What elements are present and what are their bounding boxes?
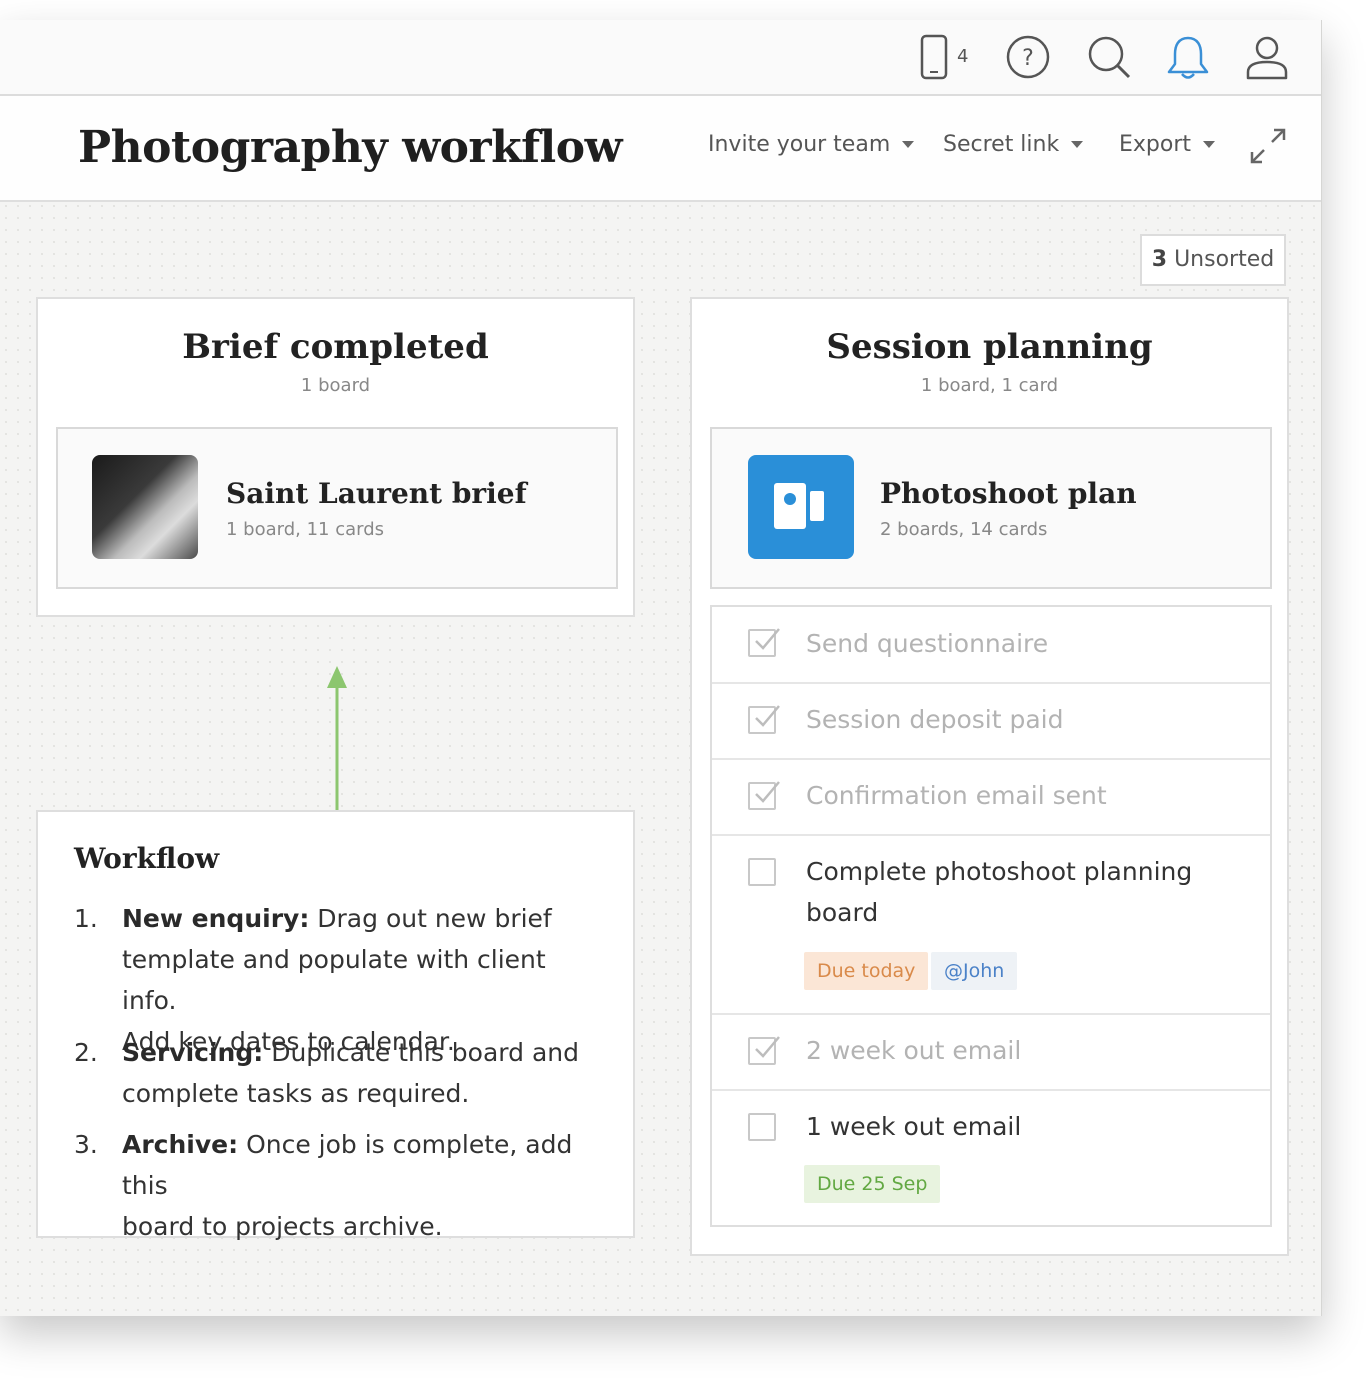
due-today-badge[interactable]: Due today bbox=[804, 952, 929, 990]
unsorted-label: Unsorted bbox=[1174, 247, 1275, 272]
invite-team-menu[interactable]: Invite your team bbox=[708, 132, 915, 157]
workflow-step: 2. Servicing: Duplicate this board and co… bbox=[74, 1032, 594, 1114]
board-subtitle: 1 board, 11 cards bbox=[226, 519, 385, 540]
column-session-planning: Session planning 1 board, 1 card Photosh… bbox=[690, 297, 1289, 1256]
step-text: template and populate with client info. bbox=[122, 945, 546, 1015]
step-number: 1. bbox=[74, 904, 98, 933]
caret-down-icon bbox=[902, 141, 915, 148]
board-card-photoshoot-plan[interactable]: Photoshoot plan 2 boards, 14 cards bbox=[710, 427, 1272, 589]
todo-item: Complete photoshoot planning board Due t… bbox=[712, 836, 1270, 1015]
column-brief-completed: Brief completed 1 board Saint Laurent br… bbox=[36, 297, 635, 617]
step-text: complete tasks as required. bbox=[122, 1079, 470, 1108]
todo-text: 1 week out email bbox=[806, 1112, 1022, 1141]
board-title: Saint Laurent brief bbox=[226, 477, 527, 510]
board-card-saint-laurent[interactable]: Saint Laurent brief 1 board, 11 cards bbox=[56, 427, 618, 589]
board-header: Photography workflow Invite your team Se… bbox=[0, 96, 1321, 202]
app-window: 4 ? Photography workflow Invite your tea… bbox=[0, 20, 1322, 1316]
svg-text:?: ? bbox=[1022, 46, 1034, 71]
todo-list: Send questionnaire Session deposit paid … bbox=[710, 605, 1272, 1227]
step-text: Drag out new brief bbox=[309, 904, 552, 933]
checkbox-checked[interactable] bbox=[748, 1036, 780, 1065]
todo-text: Session deposit paid bbox=[806, 705, 1064, 734]
step-text: Duplicate this board and bbox=[263, 1038, 579, 1067]
caret-down-icon bbox=[1071, 141, 1084, 148]
column-title: Brief completed bbox=[182, 327, 489, 367]
arrow-up-icon bbox=[326, 666, 348, 816]
photo-thumbnail bbox=[92, 455, 198, 559]
column-subtitle: 1 board bbox=[300, 375, 371, 396]
user-icon[interactable] bbox=[1244, 34, 1290, 84]
unsorted-button[interactable]: 3 Unsorted bbox=[1140, 234, 1286, 286]
search-icon[interactable] bbox=[1086, 34, 1132, 84]
todo-text-line: Complete photoshoot planning bbox=[806, 857, 1193, 886]
todo-item: Confirmation email sent bbox=[712, 760, 1270, 836]
column-subtitle: 1 board, 1 card bbox=[920, 375, 1059, 396]
step-heading: Archive: bbox=[122, 1130, 239, 1159]
caret-down-icon bbox=[1203, 141, 1216, 148]
todo-item: 1 week out email Due 25 Sep bbox=[712, 1091, 1270, 1227]
board-title: Photoshoot plan bbox=[880, 477, 1137, 510]
step-number: 3. bbox=[74, 1130, 98, 1159]
step-heading: New enquiry: bbox=[122, 904, 310, 933]
secret-link-menu[interactable]: Secret link bbox=[943, 132, 1084, 157]
todo-text: Confirmation email sent bbox=[806, 781, 1107, 810]
checkbox-unchecked[interactable] bbox=[748, 858, 776, 886]
expand-icon[interactable] bbox=[1248, 126, 1288, 170]
bell-icon[interactable] bbox=[1165, 34, 1211, 86]
todo-text-line: board bbox=[806, 898, 879, 927]
workflow-title: Workflow bbox=[74, 842, 220, 875]
due-date-badge[interactable]: Due 25 Sep bbox=[804, 1165, 941, 1203]
todo-item: 2 week out email bbox=[712, 1015, 1270, 1091]
checkbox-checked[interactable] bbox=[748, 705, 780, 734]
phone-icon[interactable] bbox=[920, 34, 950, 84]
todo-item: Send questionnaire bbox=[712, 607, 1270, 684]
step-heading: Servicing: bbox=[122, 1038, 264, 1067]
board-subtitle: 2 boards, 14 cards bbox=[880, 519, 1048, 540]
export-menu[interactable]: Export bbox=[1119, 132, 1216, 157]
todo-text: Send questionnaire bbox=[806, 629, 1049, 658]
device-count: 4 bbox=[957, 46, 969, 67]
checkbox-unchecked[interactable] bbox=[748, 1113, 776, 1141]
workflow-note[interactable]: Workflow 1. New enquiry: Drag out new br… bbox=[36, 810, 635, 1241]
export-label: Export bbox=[1119, 132, 1192, 157]
step-text: board to projects archive. bbox=[122, 1212, 443, 1241]
checkbox-checked[interactable] bbox=[748, 781, 780, 810]
column-title: Session planning bbox=[826, 327, 1153, 367]
secret-link-label: Secret link bbox=[943, 132, 1060, 157]
unsorted-count: 3 bbox=[1151, 247, 1168, 272]
todo-text: Complete photoshoot planning board bbox=[806, 851, 1192, 933]
top-bar: 4 ? bbox=[0, 20, 1321, 96]
step-number: 2. bbox=[74, 1038, 98, 1067]
todo-text: 2 week out email bbox=[806, 1036, 1022, 1065]
todo-item: Session deposit paid bbox=[712, 684, 1270, 760]
workflow-step: 3. Archive: Once job is complete, add th… bbox=[74, 1124, 594, 1247]
checkbox-checked[interactable] bbox=[748, 628, 780, 657]
help-icon[interactable]: ? bbox=[1005, 34, 1051, 84]
invite-team-label: Invite your team bbox=[708, 132, 891, 157]
board-icon bbox=[748, 455, 854, 559]
page-title: Photography workflow bbox=[78, 122, 622, 173]
mention-badge[interactable]: @John bbox=[931, 952, 1018, 990]
